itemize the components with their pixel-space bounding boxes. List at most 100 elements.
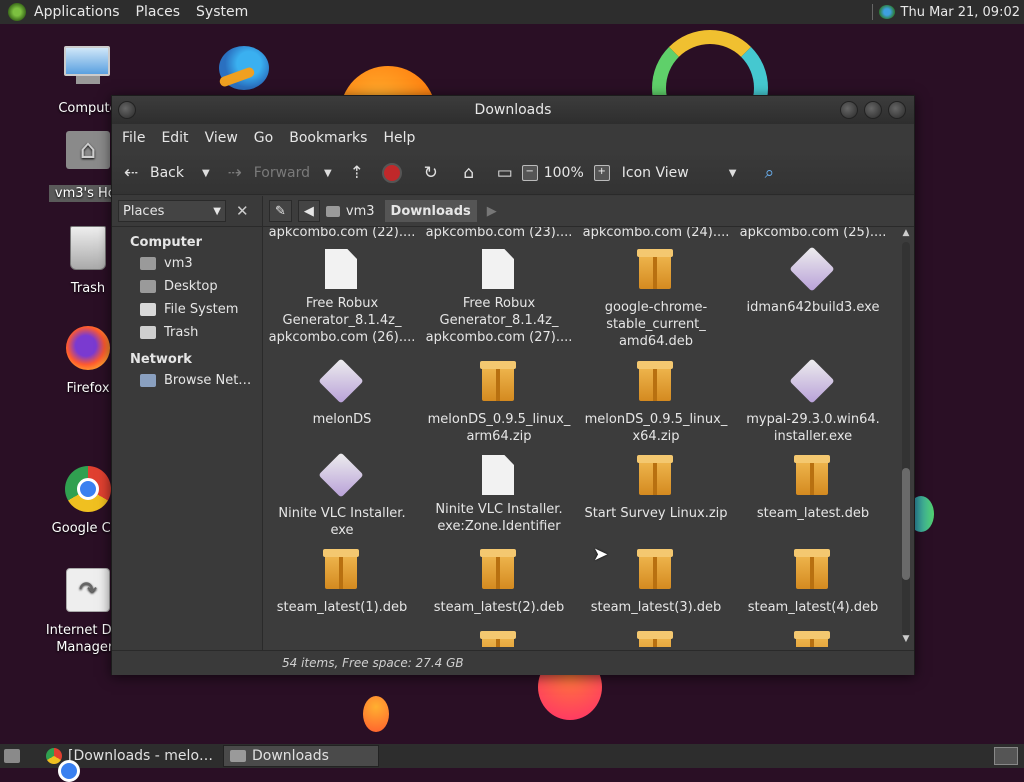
network-icon[interactable]: [878, 5, 895, 19]
executable-icon: [789, 358, 835, 404]
document-icon: [482, 249, 514, 289]
file-item[interactable]: steam_latest(2).deb: [424, 549, 574, 616]
file-item[interactable]: Free Robux Generator_8.1.4z_ apkcombo.co…: [267, 249, 417, 346]
sidebar-item-label: Trash: [164, 325, 199, 340]
package-icon: [637, 549, 673, 589]
window-titlebar[interactable]: Downloads: [112, 96, 914, 124]
file-item[interactable]: google-chrome- stable_current_ amd64.deb: [581, 249, 731, 350]
sidebar-item-browse-network[interactable]: Browse Net…: [112, 369, 262, 392]
sidebar-item-desktop[interactable]: Desktop: [112, 275, 262, 298]
idm-desktop-icon[interactable]: [219, 46, 269, 90]
file-label: melonDS_0.9.5_linux_ arm64.zip: [427, 412, 571, 444]
file-icon-view[interactable]: apkcombo.com (22).... apkcombo.com (23).…: [267, 227, 891, 647]
applications-menu[interactable]: Applications: [26, 4, 128, 20]
file-label: Start Survey Linux.zip: [584, 506, 728, 521]
task-file-manager[interactable]: Downloads: [223, 745, 380, 767]
workspace-switcher[interactable]: [994, 747, 1018, 765]
file-item[interactable]: Start Survey Linux.zip: [581, 455, 731, 522]
file-item[interactable]: [424, 631, 574, 647]
menu-help[interactable]: Help: [375, 130, 423, 146]
sidebar-type-select[interactable]: Places ▼: [118, 200, 226, 222]
file-label: mypal-29.3.0.win64. installer.exe: [746, 412, 880, 444]
file-item[interactable]: melonDS_0.9.5_linux_ arm64.zip: [424, 361, 574, 445]
file-item[interactable]: [738, 631, 888, 647]
reload-button[interactable]: ↻: [420, 162, 442, 184]
maximize-button[interactable]: [864, 101, 882, 119]
file-item[interactable]: melonDS: [267, 358, 417, 428]
file-item[interactable]: idman642build3.exe: [738, 246, 888, 316]
folder-icon: [230, 750, 247, 762]
file-label[interactable]: apkcombo.com (23)....: [424, 227, 574, 240]
zoom-level[interactable]: 100%: [544, 165, 584, 181]
trash-icon: [64, 226, 112, 274]
window-menu-icon[interactable]: [118, 101, 136, 119]
menu-edit[interactable]: Edit: [153, 130, 196, 146]
file-item[interactable]: steam_latest.deb: [738, 455, 888, 522]
path-scroll-left-button[interactable]: ◀: [297, 200, 320, 222]
breadcrumb-downloads[interactable]: Downloads: [384, 200, 477, 222]
sidebar-section-network: Network: [130, 352, 192, 367]
file-item[interactable]: melonDS_0.9.5_linux_ x64.zip: [581, 361, 731, 445]
stop-button[interactable]: [381, 163, 402, 183]
file-item[interactable]: Ninite VLC Installer. exe: [267, 452, 417, 539]
edit-location-button[interactable]: ✎: [269, 200, 292, 222]
home-button[interactable]: ⌂: [458, 162, 480, 184]
back-label: Back: [150, 165, 184, 181]
sidebar-item-trash[interactable]: Trash: [112, 321, 262, 344]
distro-logo-icon[interactable]: [8, 3, 26, 21]
zoom-out-icon: −: [521, 165, 538, 181]
scroll-up-arrow-icon[interactable]: ▲: [900, 228, 912, 238]
close-button[interactable]: [888, 101, 906, 119]
zoom-in-button[interactable]: +: [593, 165, 610, 181]
back-button[interactable]: ⇠ Back ▼: [120, 162, 218, 184]
search-icon: ⌕: [764, 163, 775, 183]
clock[interactable]: Thu Mar 21, 09:02: [901, 5, 1020, 20]
file-label[interactable]: apkcombo.com (25)....: [738, 227, 888, 240]
sidebar-item-vm3[interactable]: vm3: [112, 252, 262, 275]
file-manager-window: Downloads File Edit View Go Bookmarks He…: [111, 95, 915, 675]
executable-icon: [318, 452, 364, 498]
view-mode-select[interactable]: Icon View ▼: [622, 165, 745, 181]
zoom-in-icon: +: [593, 165, 610, 181]
file-item[interactable]: steam_latest(1).deb: [267, 549, 417, 616]
file-item[interactable]: Ninite VLC Installer. exe:Zone.Identifie…: [424, 455, 574, 535]
forward-button[interactable]: ⇢ Forward ▼: [224, 162, 340, 184]
close-icon[interactable]: ✕: [236, 202, 249, 220]
breadcrumb-label: vm3: [345, 203, 375, 219]
file-item[interactable]: steam_latest(4).deb: [738, 549, 888, 616]
menu-bookmarks[interactable]: Bookmarks: [281, 130, 375, 146]
zoom-out-button[interactable]: −: [521, 165, 538, 181]
task-chrome-downloads[interactable]: [Downloads - melo…: [40, 745, 219, 782]
forward-history-dropdown[interactable]: ▼: [324, 168, 332, 179]
scroll-down-arrow-icon[interactable]: ▼: [900, 634, 912, 644]
window-title: Downloads: [474, 102, 552, 118]
file-label: Ninite VLC Installer. exe: [278, 506, 406, 538]
places-menu[interactable]: Places: [128, 4, 189, 20]
menu-go[interactable]: Go: [246, 130, 281, 146]
sidebar-item-label: vm3: [164, 256, 193, 271]
task-label: [Downloads - melo…: [68, 748, 214, 764]
breadcrumb-vm3[interactable]: vm3: [325, 203, 375, 219]
scroll-thumb[interactable]: [902, 468, 910, 580]
package-icon: [637, 249, 673, 289]
file-item[interactable]: mypal-29.3.0.win64. installer.exe: [738, 358, 888, 445]
package-icon: [323, 549, 359, 589]
chevron-right-icon[interactable]: ▶: [487, 204, 497, 219]
sidebar-item-filesystem[interactable]: File System: [112, 298, 262, 321]
menu-file[interactable]: File: [114, 130, 153, 146]
bottom-panel: [Downloads - melo… Downloads: [0, 744, 1024, 782]
file-label[interactable]: apkcombo.com (22)....: [267, 227, 417, 240]
sidebar-type-label: Places: [123, 203, 165, 219]
show-desktop-icon[interactable]: [4, 749, 20, 763]
file-item[interactable]: Free Robux Generator_8.1.4z_ apkcombo.co…: [424, 249, 574, 346]
file-item[interactable]: [581, 631, 731, 647]
minimize-button[interactable]: [840, 101, 858, 119]
computer-button[interactable]: ▭: [494, 162, 516, 184]
file-label[interactable]: apkcombo.com (24)....: [581, 227, 731, 240]
menu-view[interactable]: View: [197, 130, 246, 146]
up-button[interactable]: ⇡: [346, 162, 368, 184]
vertical-scrollbar[interactable]: ▲ ▼: [900, 228, 910, 646]
search-button[interactable]: ⌕: [758, 162, 780, 184]
back-history-dropdown[interactable]: ▼: [202, 168, 210, 179]
system-menu[interactable]: System: [188, 4, 256, 20]
